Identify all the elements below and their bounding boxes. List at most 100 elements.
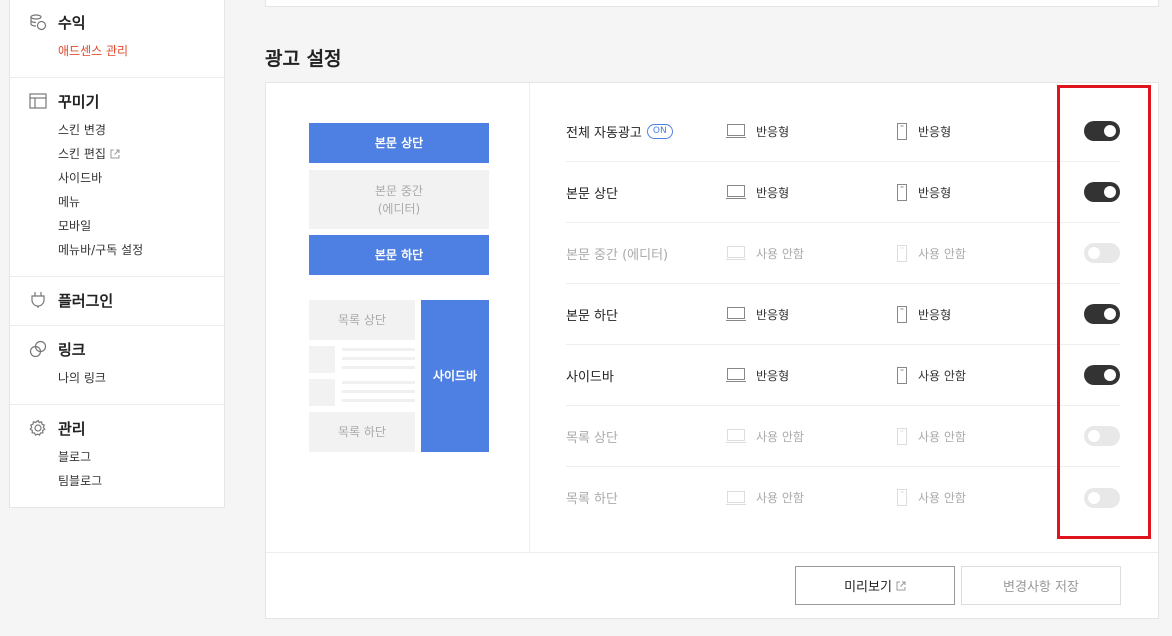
preview-list-line	[342, 390, 415, 393]
mobile-setting-value: 사용 안함	[918, 429, 966, 444]
sidebar-item-menubar-subscribe[interactable]: 메뉴바/구독 설정	[58, 238, 224, 262]
mobile-setting[interactable]: 반응형	[896, 305, 951, 323]
monitor-icon	[726, 490, 746, 506]
ad-row-label: 전체 자동광고	[566, 125, 642, 141]
ad-row-list-top: 목록 상단 사용 안함 사용 안함	[566, 406, 1120, 467]
sidebar-heading-revenue[interactable]: 수익	[28, 11, 224, 33]
ad-row-label: 사이드바	[566, 369, 614, 385]
ad-row-label-wrap: 사이드바	[566, 366, 726, 385]
external-link-icon	[110, 149, 120, 159]
sidebar-item-label: 블로그	[58, 450, 92, 464]
sidebar-heading-customize[interactable]: 꾸미기	[28, 90, 224, 112]
monitor-icon	[726, 245, 746, 261]
toggle-knob	[1104, 369, 1116, 381]
preview-list-thumb	[309, 379, 335, 406]
sidebar-heading-label: 수익	[58, 13, 86, 32]
sidebar-item-label: 애드센스 관리	[58, 44, 129, 58]
mobile-setting[interactable]: 반응형	[896, 122, 951, 140]
mobile-setting[interactable]: 사용 안함	[896, 244, 966, 262]
pc-setting-value: 반응형	[756, 368, 790, 383]
link-icon	[28, 339, 48, 359]
ad-layout-preview: 본문 상단 본문 중간 (에디터) 본문 하단 목록 상단 목록 하단 사이드바	[266, 83, 530, 552]
mobile-icon	[896, 183, 908, 201]
ad-toggle-sidebar[interactable]	[1084, 365, 1120, 385]
preview-list-line	[342, 366, 415, 369]
sidebar-heading-label: 관리	[58, 419, 86, 438]
sidebar-section-manage: 관리 블로그 팀블로그	[10, 405, 224, 507]
ad-row-label: 목록 상단	[566, 430, 618, 446]
save-changes-button[interactable]: 변경사항 저장	[961, 566, 1121, 605]
sidebar-heading-label: 플러그인	[58, 291, 114, 310]
ad-row-label-wrap: 본문 중간 (에디터)	[566, 244, 726, 263]
monitor-icon	[726, 306, 746, 322]
sidebar-heading-label: 링크	[58, 340, 86, 359]
sidebar: 수익 애드센스 관리 꾸미기 스킨 변경 스킨 편집 사이드바 메뉴 모바일 메…	[9, 0, 225, 508]
on-badge: ON	[646, 123, 673, 139]
sidebar-item-sidebar[interactable]: 사이드바	[58, 166, 224, 190]
sidebar-section-revenue: 수익 애드센스 관리	[10, 0, 224, 78]
previous-card-edge	[265, 0, 1159, 7]
pc-setting[interactable]: 사용 안함	[726, 245, 804, 262]
sidebar-item-label: 메뉴바/구독 설정	[58, 243, 144, 257]
sidebar-section-plugin: 플러그인	[10, 277, 224, 326]
ad-toggle-body-bottom[interactable]	[1084, 304, 1120, 324]
sidebar-item-label: 사이드바	[58, 171, 103, 185]
sidebar-item-label: 스킨 편집	[58, 147, 106, 161]
preview-label: 본문 하단	[374, 248, 424, 262]
preview-label: 목록 상단	[338, 313, 386, 327]
ad-row-auto: 전체 자동광고 ON 반응형 반응형	[566, 101, 1120, 162]
pc-setting-value: 사용 안함	[756, 429, 804, 444]
ad-toggle-body-top[interactable]	[1084, 182, 1120, 202]
pc-setting[interactable]: 반응형	[726, 306, 789, 323]
ad-row-sidebar: 사이드바 반응형 사용 안함	[566, 345, 1120, 406]
mobile-setting[interactable]: 반응형	[896, 183, 952, 201]
sidebar-sublist: 스킨 변경 스킨 편집 사이드바 메뉴 모바일 메뉴바/구독 설정	[28, 118, 224, 262]
ad-toggle-auto[interactable]	[1084, 121, 1120, 141]
sidebar-sublist: 나의 링크	[28, 366, 224, 390]
mobile-setting[interactable]: 사용 안함	[896, 427, 966, 445]
preview-block-sidebar: 사이드바	[421, 300, 489, 452]
ad-toggle-list-top[interactable]	[1084, 426, 1120, 446]
save-button-label: 변경사항 저장	[1003, 580, 1079, 595]
ad-toggle-list-bottom[interactable]	[1084, 487, 1120, 508]
mobile-setting-value: 반응형	[918, 185, 952, 200]
ad-row-label-wrap: 본문 하단	[566, 305, 726, 324]
toggle-knob	[1088, 491, 1100, 504]
ad-row-body-top: 본문 상단 반응형 반응형	[566, 162, 1120, 223]
sidebar-heading-link[interactable]: 링크	[28, 338, 224, 360]
pc-setting-value: 반응형	[756, 185, 790, 200]
ad-row-label-wrap: 본문 상단	[566, 183, 726, 202]
sidebar-item-blog[interactable]: 블로그	[58, 445, 224, 469]
sidebar-heading-plugin[interactable]: 플러그인	[28, 289, 224, 311]
pc-setting[interactable]: 반응형	[726, 123, 789, 140]
ad-row-label-wrap: 목록 상단	[566, 427, 726, 446]
pc-setting[interactable]: 반응형	[726, 184, 789, 201]
sidebar-item-label: 모바일	[58, 219, 92, 233]
ad-settings-card: 본문 상단 본문 중간 (에디터) 본문 하단 목록 상단 목록 하단 사이드바…	[265, 82, 1159, 619]
ad-row-label: 본문 중간 (에디터)	[566, 247, 669, 263]
ad-placement-list: 전체 자동광고 ON 반응형 반응형 본문 상단 반응형 반응형 본문 중간 (에…	[566, 101, 1120, 528]
sidebar-item-mobile[interactable]: 모바일	[58, 214, 224, 238]
mobile-setting[interactable]: 사용 안함	[896, 489, 966, 506]
preview-button[interactable]: 미리보기	[795, 566, 955, 605]
sidebar-item-skin-change[interactable]: 스킨 변경	[58, 118, 224, 142]
ad-toggle-body-middle[interactable]	[1084, 243, 1120, 263]
pc-setting[interactable]: 사용 안함	[726, 428, 804, 445]
sidebar-item-team-blog[interactable]: 팀블로그	[58, 469, 224, 493]
sidebar-heading-label: 꾸미기	[58, 92, 100, 111]
pc-setting[interactable]: 반응형	[726, 367, 789, 384]
toggle-knob	[1104, 125, 1116, 137]
sidebar-item-menu[interactable]: 메뉴	[58, 190, 224, 214]
toggle-knob	[1088, 430, 1100, 442]
mobile-icon	[896, 305, 908, 323]
sidebar-heading-manage[interactable]: 관리	[28, 417, 224, 439]
pc-setting[interactable]: 사용 안함	[726, 489, 804, 506]
sidebar-item-adsense[interactable]: 애드센스 관리	[58, 39, 224, 63]
sidebar-item-my-link[interactable]: 나의 링크	[58, 366, 224, 390]
mobile-icon	[896, 122, 908, 140]
preview-button-label: 미리보기	[844, 580, 892, 595]
preview-label: 목록 하단	[338, 425, 386, 439]
mobile-setting[interactable]: 사용 안함	[896, 366, 966, 384]
preview-block-list-bottom: 목록 하단	[309, 412, 415, 452]
sidebar-item-skin-edit[interactable]: 스킨 편집	[58, 142, 224, 166]
